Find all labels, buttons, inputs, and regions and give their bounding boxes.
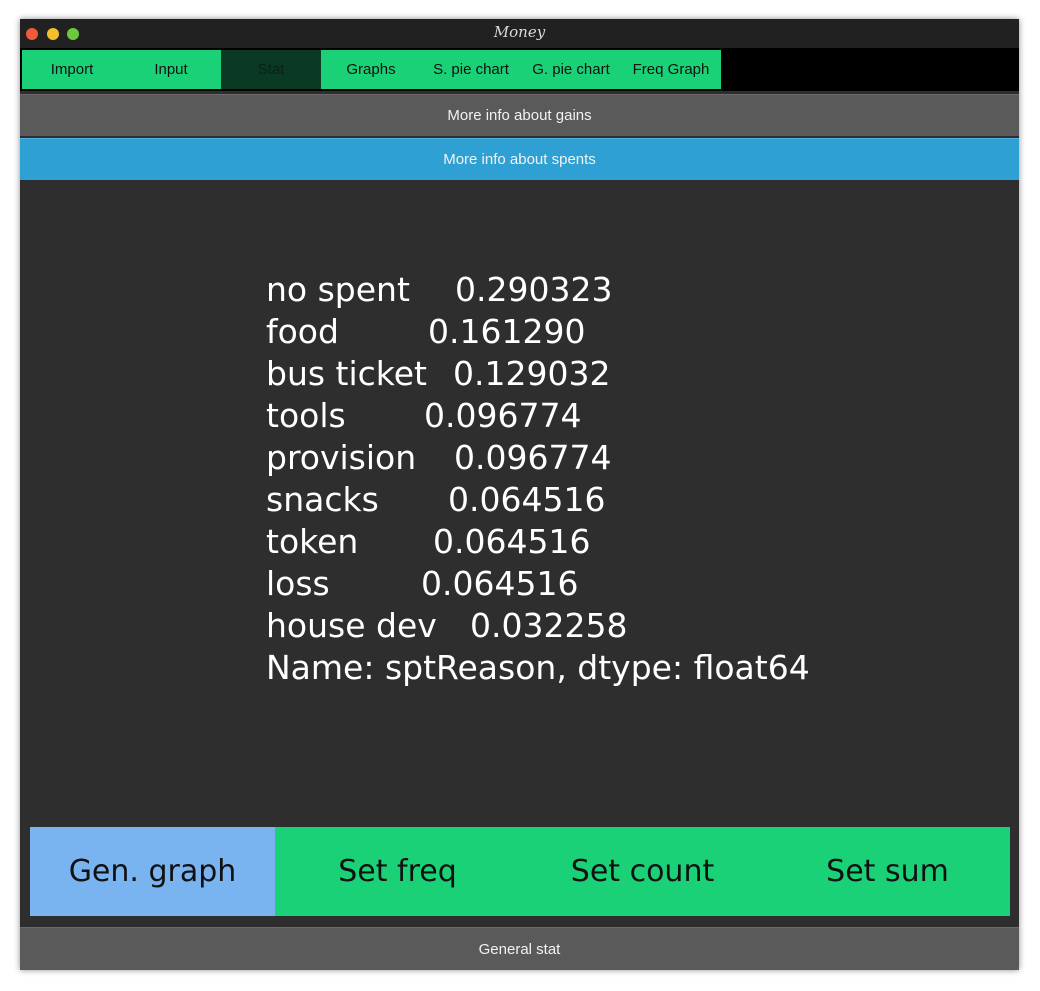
tab-s-pie-chart[interactable]: S. pie chart — [421, 50, 521, 89]
tab-freq-graph[interactable]: Freq Graph — [621, 50, 721, 89]
gains-info-button[interactable]: More info about gains — [20, 94, 1019, 136]
general-stat-button[interactable]: General stat — [20, 927, 1019, 970]
stat-label: bus ticket — [266, 354, 427, 393]
action-buttons: Gen. graph Set freq Set count Set sum — [30, 827, 1010, 916]
stat-row: snacks 0.064516 — [266, 479, 810, 521]
stat-label: snacks — [266, 480, 379, 519]
stat-value: 0.096774 — [454, 438, 612, 477]
stat-value: 0.161290 — [428, 312, 586, 351]
set-sum-button[interactable]: Set sum — [765, 827, 1010, 916]
set-count-button[interactable]: Set count — [520, 827, 765, 916]
title-bar: Money — [20, 19, 1019, 48]
stat-value: 0.096774 — [424, 396, 582, 435]
stat-value: 0.064516 — [448, 480, 606, 519]
stat-label: provision — [266, 438, 417, 477]
stat-value: 0.032258 — [470, 606, 628, 645]
gen-graph-button[interactable]: Gen. graph — [30, 827, 275, 916]
tab-stat[interactable]: Stat — [221, 50, 321, 89]
stat-value: 0.064516 — [433, 522, 591, 561]
spents-info-button[interactable]: More info about spents — [20, 138, 1019, 180]
window-title: Money — [493, 23, 546, 41]
set-freq-button[interactable]: Set freq — [275, 827, 520, 916]
stat-label: loss — [266, 564, 330, 603]
stat-label: tools — [266, 396, 346, 435]
stat-row: loss 0.064516 — [266, 563, 810, 605]
stat-row: house dev 0.032258 — [266, 605, 810, 647]
stats-output: no spent 0.290323 food 0.161290 bus ticket… — [266, 269, 810, 689]
app-window: Money Import Input Stat Graphs S. pie ch… — [20, 19, 1019, 970]
stat-row: food 0.161290 — [266, 311, 810, 353]
stat-footer: Name: sptReason, dtype: float64 — [266, 648, 810, 687]
stat-label: no spent — [266, 270, 410, 309]
stat-value: 0.064516 — [421, 564, 579, 603]
stat-label: token — [266, 522, 359, 561]
stat-value: 0.290323 — [455, 270, 613, 309]
stat-row: provision 0.096774 — [266, 437, 810, 479]
tab-graphs[interactable]: Graphs — [321, 50, 421, 89]
stat-label: food — [266, 312, 339, 351]
stat-row: bus ticket 0.129032 — [266, 353, 810, 395]
tab-bar: Import Input Stat Graphs S. pie chart G.… — [20, 48, 1019, 91]
stat-row: token 0.064516 — [266, 521, 810, 563]
stat-label: house dev — [266, 606, 437, 645]
stat-row: no spent 0.290323 — [266, 269, 810, 311]
tab-g-pie-chart[interactable]: G. pie chart — [521, 50, 621, 89]
stat-value: 0.129032 — [453, 354, 611, 393]
tab-import[interactable]: Import — [22, 50, 122, 89]
tab-input[interactable]: Input — [121, 50, 221, 89]
stat-row: tools 0.096774 — [266, 395, 810, 437]
